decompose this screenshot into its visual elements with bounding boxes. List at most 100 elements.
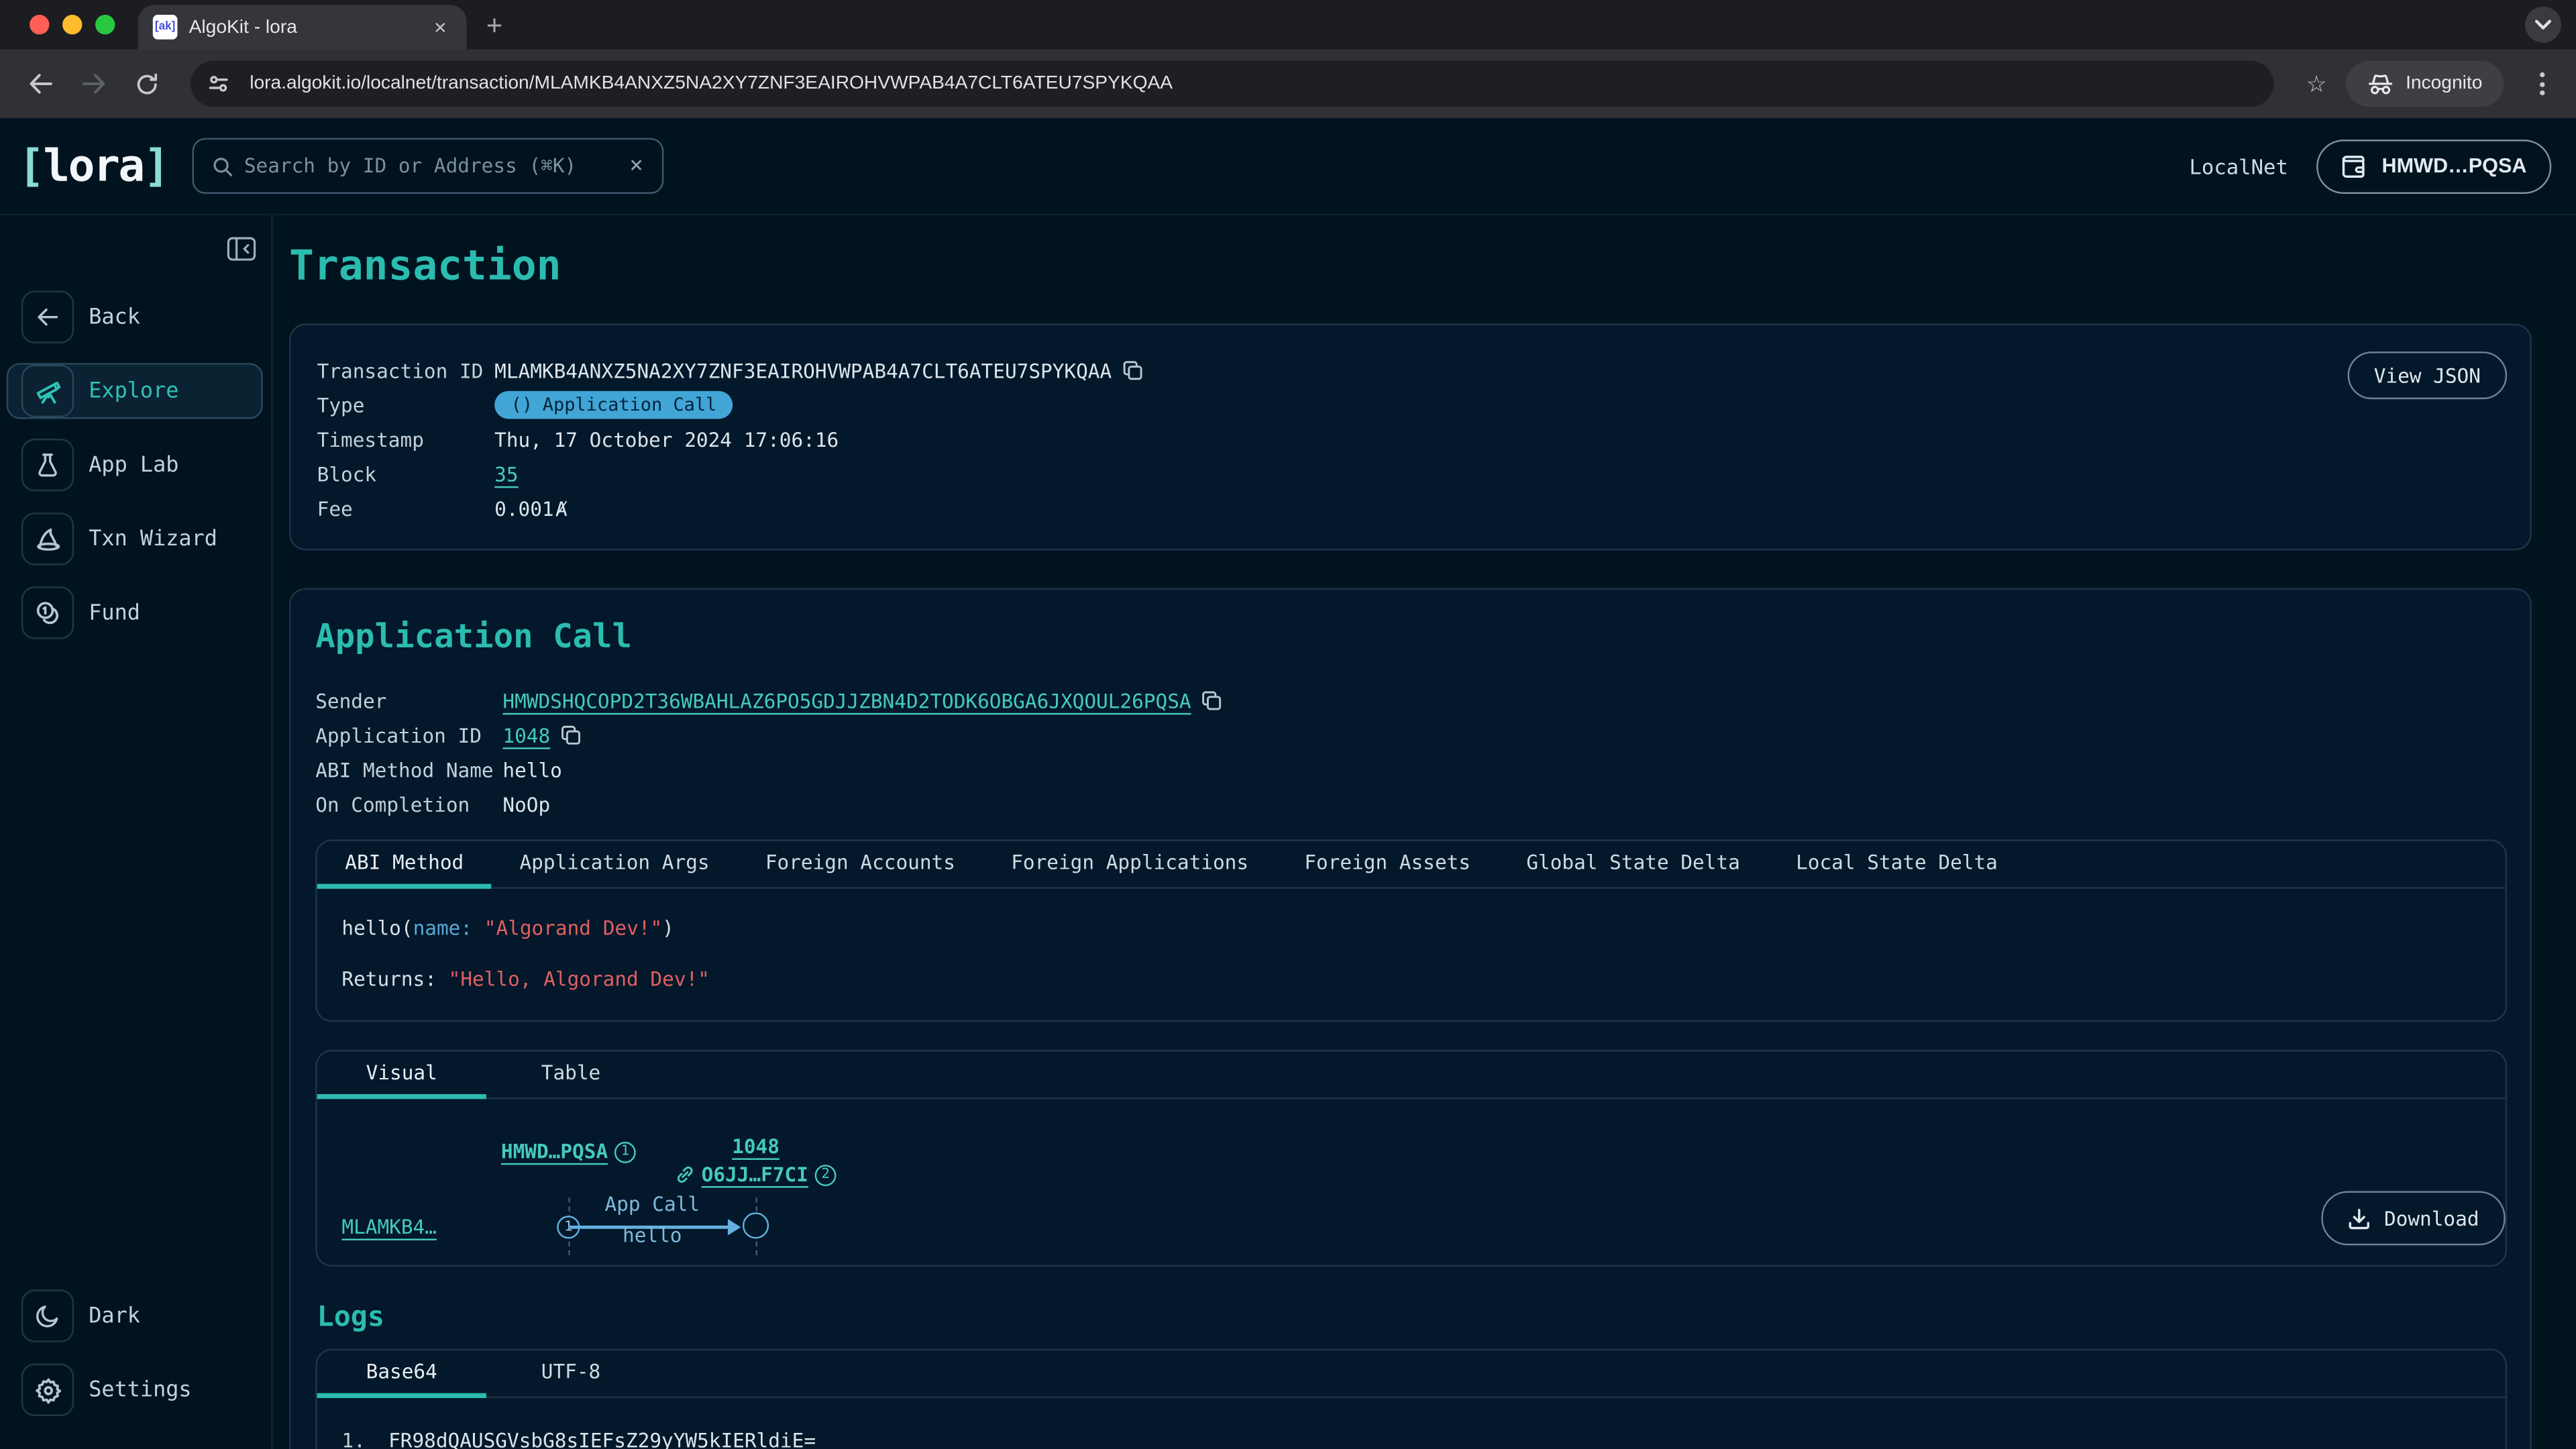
copy-icon[interactable] bbox=[560, 724, 582, 746]
abi-returns-value: "Hello, Algorand Dev!" bbox=[449, 967, 710, 990]
window-zoom-button[interactable] bbox=[95, 15, 115, 34]
lora-app: [lora] × LocalNet HMWD…PQSA bbox=[0, 118, 2576, 1449]
telescope-icon bbox=[21, 365, 74, 417]
sender-link[interactable]: HMWDSHQCOPD2T36WBAHLAZ6PO5GDJJZBN4D2TODK… bbox=[502, 689, 1191, 712]
abi-call-signature: hello(name: "Algorand Dev!") bbox=[341, 917, 2481, 940]
sidebar-item-label: Fund bbox=[89, 600, 140, 625]
logs-tabs: Base64 UTF-8 bbox=[317, 1350, 2506, 1398]
search-icon bbox=[211, 155, 233, 176]
sidebar-item-fund[interactable]: Fund bbox=[7, 585, 263, 641]
url-bar[interactable]: lora.algokit.io/localnet/transaction/MLA… bbox=[191, 61, 2273, 107]
logs-box: Base64 UTF-8 1. FR98dQAUSGVsbG8sIEFsZ29y… bbox=[315, 1349, 2507, 1449]
sidebar-item-label: Settings bbox=[89, 1377, 191, 1402]
site-settings-icon[interactable] bbox=[201, 66, 237, 102]
transaction-id-row: Transaction ID MLAMKB4ANXZ5NA2XY7ZNF3EAI… bbox=[317, 354, 2504, 388]
sidebar-item-app-lab[interactable]: App Lab bbox=[7, 437, 263, 492]
block-link[interactable]: 35 bbox=[494, 462, 518, 485]
reload-icon[interactable] bbox=[125, 62, 168, 105]
tab-application-args[interactable]: Application Args bbox=[492, 841, 737, 889]
graph-edge-type-label: App Call bbox=[604, 1193, 700, 1216]
transaction-id-value: MLAMKB4ANXZ5NA2XY7ZNF3EAIROHVWPAB4A7CLT6… bbox=[494, 359, 1112, 382]
graph-app-id-link[interactable]: 1048 bbox=[732, 1135, 780, 1158]
log-entry: 1. FR98dQAUSGVsbG8sIEFsZ29yYW5kIERldiE= bbox=[317, 1398, 2506, 1449]
sender-row: Sender HMWDSHQCOPD2T36WBAHLAZ6PO5GDJJZBN… bbox=[315, 684, 2507, 718]
network-label[interactable]: LocalNet bbox=[2189, 154, 2288, 178]
abi-param-value: "Algorand Dev!" bbox=[484, 917, 662, 940]
gear-icon bbox=[21, 1364, 74, 1416]
tab-local-state-delta[interactable]: Local State Delta bbox=[1768, 841, 2025, 889]
sidebar-item-back[interactable]: Back bbox=[7, 289, 263, 345]
sidebar-item-label: Dark bbox=[89, 1303, 140, 1328]
download-button[interactable]: Download bbox=[2322, 1191, 2506, 1246]
field-label: ABI Method Name bbox=[315, 758, 502, 781]
transaction-summary-card: View JSON Transaction ID MLAMKB4ANXZ5NA2… bbox=[289, 323, 2532, 550]
browser-tabstrip: [ak] AlgoKit - lora × + bbox=[0, 0, 2576, 49]
link-icon bbox=[675, 1165, 694, 1184]
abi-method-row: ABI Method Name hello bbox=[315, 753, 2507, 787]
browser-menu-icon[interactable] bbox=[2527, 69, 2557, 99]
forward-icon[interactable] bbox=[72, 62, 115, 105]
search-input[interactable] bbox=[244, 154, 618, 177]
application-id-row: Application ID 1048 bbox=[315, 718, 2507, 752]
url-text[interactable]: lora.algokit.io/localnet/transaction/MLA… bbox=[250, 74, 1173, 93]
tab-table[interactable]: Table bbox=[486, 1051, 655, 1099]
lora-logo[interactable]: [lora] bbox=[18, 140, 168, 191]
graph-transaction-link[interactable]: MLAMKB4… bbox=[341, 1216, 437, 1238]
tab-close-icon[interactable]: × bbox=[427, 14, 453, 40]
back-icon[interactable] bbox=[19, 62, 62, 105]
new-tab-button[interactable]: + bbox=[486, 10, 502, 43]
search-box[interactable]: × bbox=[191, 138, 663, 194]
graph-sender-link[interactable]: HMWD…PQSA bbox=[501, 1140, 608, 1163]
moon-icon bbox=[21, 1289, 74, 1342]
log-index: 1. bbox=[341, 1430, 365, 1449]
timestamp-row: Timestamp Thu, 17 October 2024 17:06:16 bbox=[317, 422, 2504, 456]
application-call-card: Application Call Sender HMWDSHQCOPD2T36W… bbox=[289, 588, 2532, 1449]
incognito-icon bbox=[2368, 73, 2394, 95]
tab-search-button[interactable] bbox=[2525, 7, 2561, 43]
window-minimize-button[interactable] bbox=[62, 15, 82, 34]
main-content: Transaction View JSON Transaction ID MLA… bbox=[273, 215, 2576, 1449]
field-label: Fee bbox=[317, 497, 494, 520]
field-label: Transaction ID bbox=[317, 359, 494, 382]
transaction-graph: HMWD…PQSA 1 1048 O6JJ…F7CI 2 bbox=[317, 1099, 2506, 1267]
field-label: Block bbox=[317, 462, 494, 485]
sidebar-item-explore[interactable]: Explore bbox=[7, 363, 263, 419]
copy-icon[interactable] bbox=[1122, 360, 1143, 381]
tab-foreign-accounts[interactable]: Foreign Accounts bbox=[737, 841, 983, 889]
type-row: Type ()Application Call bbox=[317, 388, 2504, 422]
wallet-address: HMWD…PQSA bbox=[2382, 154, 2527, 177]
tab-foreign-assets[interactable]: Foreign Assets bbox=[1277, 841, 1499, 889]
application-call-title: Application Call bbox=[315, 616, 2507, 655]
sidebar-item-settings[interactable]: Settings bbox=[7, 1362, 263, 1417]
incognito-label: Incognito bbox=[2406, 74, 2482, 93]
sidebar-item-txn-wizard[interactable]: Txn Wizard bbox=[7, 511, 263, 567]
view-json-button[interactable]: View JSON bbox=[2348, 352, 2508, 399]
search-clear-icon[interactable]: × bbox=[629, 153, 643, 179]
application-id-link[interactable]: 1048 bbox=[502, 724, 550, 747]
tab-title: AlgoKit - lora bbox=[189, 17, 416, 37]
algo-symbol-icon: Ⱥ bbox=[555, 497, 568, 520]
call-details-tabs: ABI Method Application Args Foreign Acco… bbox=[317, 841, 2506, 889]
copy-icon[interactable] bbox=[1201, 690, 1222, 712]
graph-sender-number-badge: 1 bbox=[614, 1141, 636, 1163]
flask-icon bbox=[21, 439, 74, 491]
sidebar-item-theme-dark[interactable]: Dark bbox=[7, 1288, 263, 1344]
sidebar-collapse-icon[interactable] bbox=[227, 237, 256, 262]
page-title: Transaction bbox=[289, 241, 2532, 289]
window-close-button[interactable] bbox=[30, 15, 49, 34]
wallet-button[interactable]: HMWD…PQSA bbox=[2316, 139, 2552, 193]
tab-base64[interactable]: Base64 bbox=[317, 1350, 486, 1398]
graph-app-address-link[interactable]: O6JJ…F7CI bbox=[702, 1163, 808, 1186]
call-details-box: ABI Method Application Args Foreign Acco… bbox=[315, 839, 2507, 1022]
abi-param-name: name: bbox=[413, 917, 472, 940]
wallet-icon bbox=[2341, 154, 2367, 178]
tab-utf8[interactable]: UTF-8 bbox=[486, 1350, 655, 1398]
block-row: Block 35 bbox=[317, 457, 2504, 491]
tab-abi-method[interactable]: ABI Method bbox=[317, 841, 492, 889]
tab-foreign-applications[interactable]: Foreign Applications bbox=[983, 841, 1277, 889]
browser-tab[interactable]: [ak] AlgoKit - lora × bbox=[138, 5, 467, 49]
tab-visual[interactable]: Visual bbox=[317, 1051, 486, 1099]
bookmark-icon[interactable]: ☆ bbox=[2306, 70, 2327, 98]
browser-window: [ak] AlgoKit - lora × + lora.algokit.io/… bbox=[0, 0, 2576, 1449]
tab-global-state-delta[interactable]: Global State Delta bbox=[1499, 841, 1768, 889]
